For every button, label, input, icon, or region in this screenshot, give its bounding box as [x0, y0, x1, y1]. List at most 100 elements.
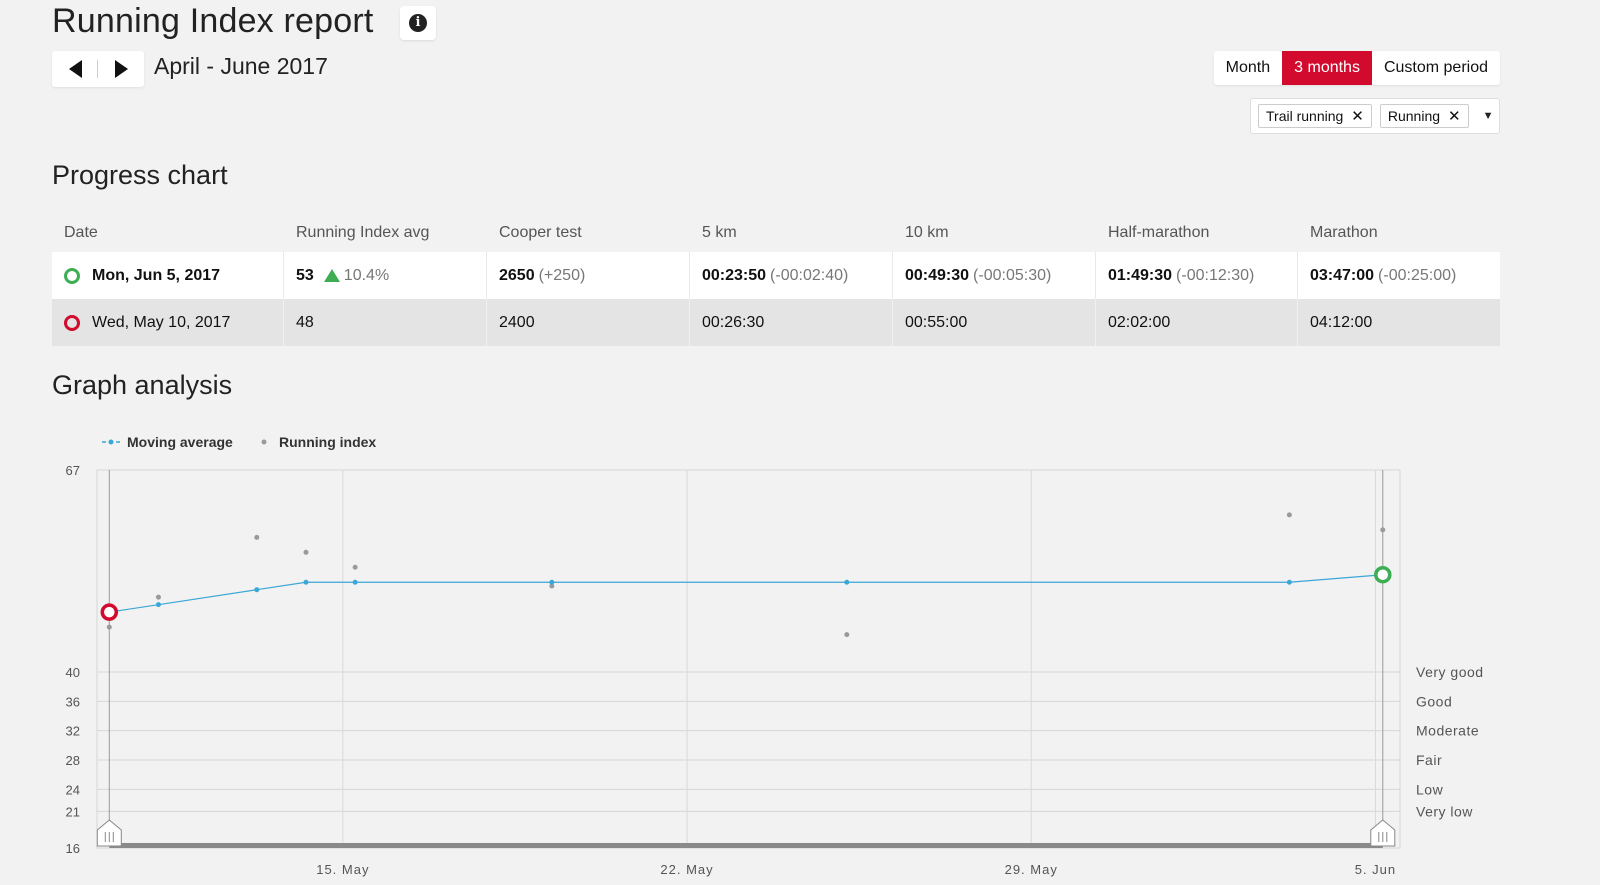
legend-moving-average-dot	[108, 439, 114, 445]
date-cell: Wed, May 10, 2017	[52, 299, 284, 346]
date-text: Wed, May 10, 2017	[92, 313, 231, 331]
date-cell: Mon, Jun 5, 2017	[52, 252, 284, 299]
x-tick-label: 5. Jun	[1355, 862, 1396, 877]
column-header: Half-marathon	[1108, 224, 1210, 241]
period-tabs: Month 3 months Custom period	[1213, 51, 1500, 85]
zone-label: Good	[1416, 693, 1452, 709]
running-index-point	[155, 594, 161, 600]
graph-analysis-title: Graph analysis	[52, 370, 233, 400]
period-navigation	[52, 51, 144, 87]
legend-running-index-label[interactable]: Running index	[279, 434, 376, 450]
half-marathon-value: 01:49:30	[1108, 266, 1173, 284]
chip-label: Running	[1387, 108, 1441, 124]
sport-filter[interactable]: Trail running ✕ Running ✕ ▼	[1250, 98, 1500, 134]
green-ring-icon	[64, 267, 80, 284]
legend-running-index-dot	[261, 439, 267, 445]
half-marathon-cell: 01:49:30 (-00:12:30)	[1096, 252, 1298, 299]
previous-period-button[interactable]	[52, 51, 98, 87]
column-header: Cooper test	[499, 224, 582, 241]
x-tick-label: 15. May	[316, 862, 369, 877]
y-tick-label: 28	[66, 753, 80, 768]
column-header: 5 km	[702, 224, 737, 241]
tab-custom-period[interactable]: Custom period	[1372, 51, 1500, 85]
ri-value: 53	[296, 266, 314, 284]
10km-cell: 00:55:00	[893, 299, 1096, 346]
marathon-value: 03:47:00	[1310, 266, 1375, 284]
chip-label: Trail running	[1266, 108, 1344, 124]
plot-area	[96, 469, 1401, 849]
table-header: Date Running Index avg Cooper test 5 km …	[52, 212, 1500, 252]
10km-value: 00:49:30	[905, 266, 970, 284]
table-row[interactable]: Wed, May 10, 2017 48 2400 00:26:30 00:55…	[52, 299, 1500, 346]
cooper-delta: (+250)	[538, 266, 586, 284]
end-marker[interactable]	[1374, 565, 1392, 584]
running-index-point	[1286, 512, 1292, 518]
column-header: 10 km	[905, 224, 949, 241]
10km-delta: (-00:05:30)	[973, 266, 1052, 284]
legend-moving-average-label[interactable]: Moving average	[127, 434, 233, 450]
progress-table: Date Running Index avg Cooper test 5 km …	[52, 212, 1500, 346]
column-header: Marathon	[1310, 224, 1378, 241]
x-tick-label: 22. May	[660, 862, 713, 877]
start-marker[interactable]	[100, 603, 119, 621]
moving-average-point	[254, 587, 260, 593]
triangle-up-icon	[323, 269, 340, 282]
y-tick-label: 40	[66, 665, 80, 680]
info-circle-icon: i	[409, 14, 427, 32]
zone-label: Low	[1416, 781, 1444, 797]
moving-average-point	[352, 579, 358, 585]
progress-chart-title: Progress chart	[52, 160, 228, 190]
running-index-point	[352, 564, 358, 570]
tab-month[interactable]: Month	[1214, 51, 1282, 85]
period-label: April - June 2017	[154, 53, 328, 79]
y-tick-label: 24	[66, 782, 80, 797]
moving-average-point	[549, 579, 555, 585]
10km-cell: 00:49:30 (-00:05:30)	[893, 252, 1096, 299]
moving-average-point	[844, 579, 850, 585]
cooper-cell: 2650 (+250)	[487, 252, 690, 299]
next-period-button[interactable]	[98, 51, 144, 87]
remove-icon[interactable]: ✕	[1448, 107, 1461, 125]
remove-icon[interactable]: ✕	[1351, 107, 1364, 125]
info-button[interactable]: i	[400, 6, 436, 40]
y-tick-label: 67	[66, 463, 80, 478]
zone-label: Very low	[1416, 803, 1473, 819]
5km-delta: (-00:02:40)	[770, 266, 849, 284]
red-ring-icon	[64, 314, 80, 331]
running-index-point	[844, 632, 850, 638]
marathon-delta: (-00:25:00)	[1378, 266, 1457, 284]
filter-chip-running: Running ✕	[1379, 104, 1469, 128]
ri-change: 10.4%	[343, 266, 390, 284]
moving-average-point	[303, 579, 309, 585]
5km-value: 00:23:50	[702, 266, 767, 284]
half-marathon-delta: (-00:12:30)	[1176, 266, 1255, 284]
moving-average-point	[1286, 579, 1292, 585]
marathon-cell: 04:12:00	[1310, 313, 1373, 331]
running-index-chart: 16 21 24 28 32 36 40 67 15. May 22. May 29. May 5. …	[0, 430, 1600, 885]
y-tick-label: 21	[66, 804, 80, 819]
range-selector-bar[interactable]	[109, 843, 1383, 848]
column-header: Date	[64, 224, 98, 241]
half-marathon-cell: 02:02:00	[1096, 299, 1298, 346]
chart-svg: 16 21 24 28 32 36 40 67 15. May 22. May 29. May 5. …	[66, 434, 1484, 877]
chevron-down-icon[interactable]: ▼	[1483, 110, 1494, 122]
running-index-point	[254, 534, 260, 540]
y-tick-label: 16	[66, 841, 80, 856]
filter-chip-trail-running: Trail running ✕	[1258, 104, 1372, 128]
zone-label: Moderate	[1416, 723, 1479, 739]
running-index-point	[1380, 527, 1386, 533]
tab-3-months[interactable]: 3 months	[1282, 51, 1372, 85]
ri-cell: 48	[284, 299, 487, 346]
table-row[interactable]: Mon, Jun 5, 2017 53 10.4% 2650 (+250) 00…	[52, 252, 1500, 299]
cooper-cell: 2400	[487, 299, 690, 346]
running-index-point	[303, 549, 309, 555]
running-index-point	[106, 624, 112, 630]
arrow-left-icon	[68, 60, 82, 78]
y-tick-label: 36	[66, 694, 80, 709]
arrow-right-icon	[114, 60, 128, 78]
y-tick-label: 32	[66, 724, 80, 739]
zone-label: Fair	[1416, 752, 1442, 768]
cooper-value: 2650	[499, 266, 535, 284]
5km-cell: 00:23:50 (-00:02:40)	[690, 252, 893, 299]
ri-cell: 53 10.4%	[284, 252, 487, 299]
